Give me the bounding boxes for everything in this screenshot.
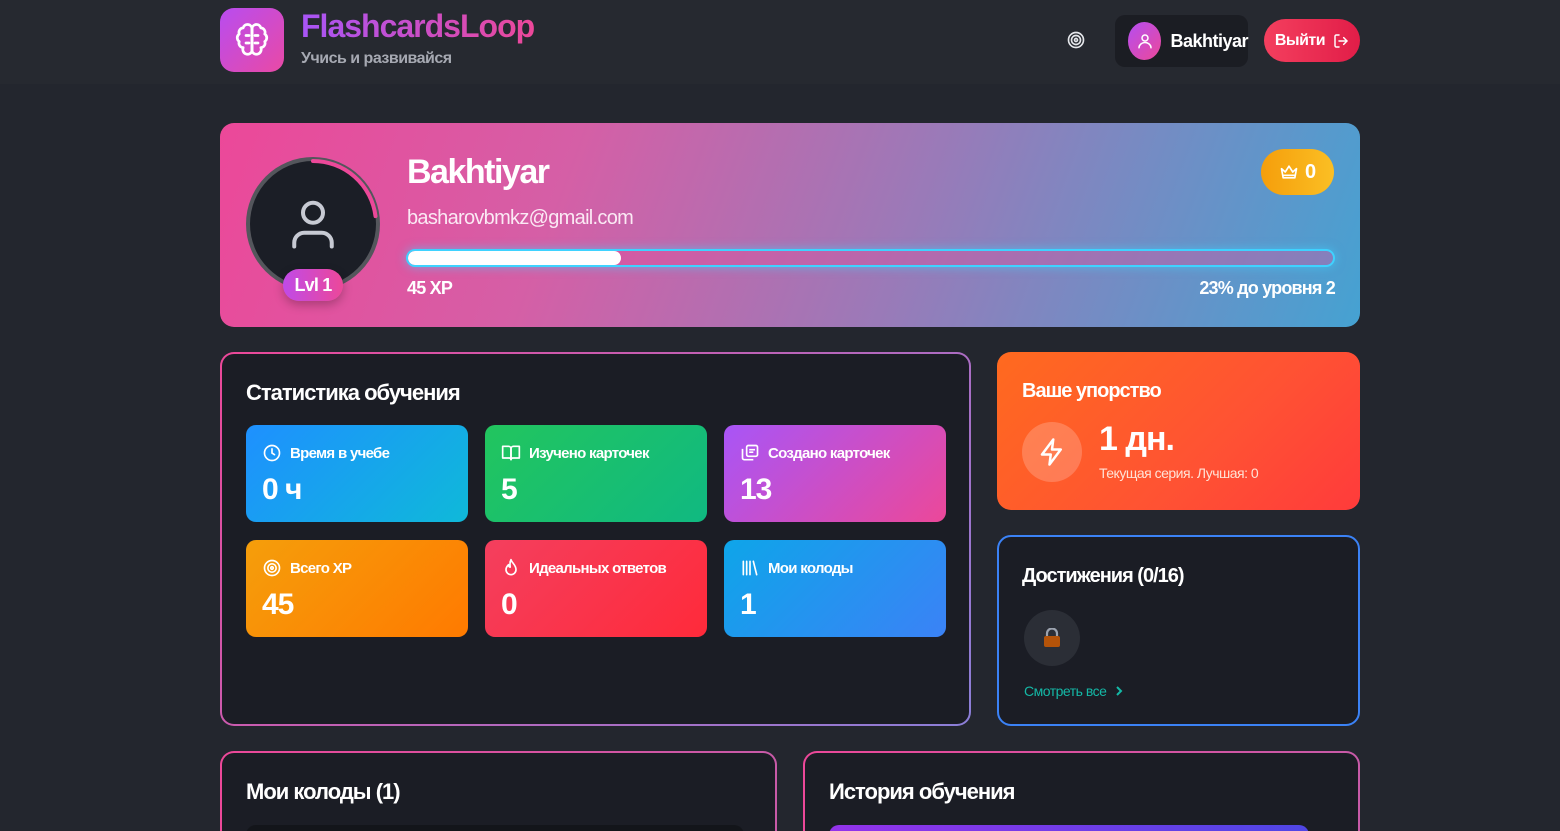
deck-item[interactable] (246, 825, 744, 831)
stat-tile-cards-learned[interactable]: Изучено карточек 5 (485, 425, 707, 522)
user-name: Bakhtiyar (1170, 30, 1248, 51)
brand-name[interactable]: FlashcardsLoop (301, 8, 535, 45)
xp-progress-fill (408, 251, 621, 265)
avatar (1128, 22, 1162, 60)
stat-label: Создано карточек (768, 444, 890, 462)
logout-icon (1334, 33, 1348, 48)
brand-tagline: Учись и развивайся (301, 50, 452, 67)
cards-icon (741, 444, 759, 461)
learning-stats-panel: Статистика обучения Время в учебе 0 ч Из… (220, 352, 971, 726)
stat-tile-perfect-answers[interactable]: Идеальных ответов 0 (485, 540, 707, 637)
flame-icon (505, 558, 517, 576)
next-level-text: 23% до уровня 2 (1199, 278, 1335, 298)
profile-name: Bakhtiyar (407, 153, 550, 191)
crown-count: 0 (1304, 160, 1317, 183)
xp-progress-bar (406, 249, 1335, 267)
my-decks-panel: Мои колоды (1) (220, 751, 777, 831)
library-icon (742, 560, 758, 576)
crown-badge[interactable]: 0 (1261, 149, 1334, 195)
logout-button[interactable]: Выйти (1264, 19, 1360, 62)
stat-tile-study-time[interactable]: Время в учебе 0 ч (246, 425, 468, 522)
stat-label: Время в учебе (290, 444, 390, 462)
stat-tile-cards-created[interactable]: Создано карточек 13 (724, 425, 946, 522)
lock-icon (1044, 628, 1060, 647)
stat-value: 1 (740, 588, 757, 621)
crown-icon (1280, 165, 1298, 179)
stat-label: Идеальных ответов (529, 559, 667, 577)
level-badge: Lvl 1 (283, 269, 343, 301)
decks-title: Мои колоды (1) (246, 779, 401, 804)
stat-label: Мои колоды (768, 559, 853, 577)
book-icon (501, 445, 521, 461)
streak-title: Ваше упорство (1022, 380, 1162, 402)
profile-email: basharovbmkz@gmail.com (407, 207, 634, 229)
history-title: История обучения (829, 779, 1016, 804)
top-header: FlashcardsLoop Учись и развивайся Bakhti… (0, 0, 1560, 84)
streak-value: 1 дн. (1099, 420, 1175, 458)
clock-icon (263, 444, 281, 462)
stat-value: 45 (262, 588, 294, 621)
xp-value: 45 XP (407, 278, 453, 298)
stat-value: 5 (501, 473, 518, 506)
streak-subtitle: Текущая серия. Лучшая: 0 (1099, 465, 1259, 481)
streak-card: Ваше упорство 1 дн. Текущая серия. Лучша… (997, 352, 1360, 510)
brain-logo-icon[interactable] (220, 8, 284, 72)
achievements-title: Достижения (0/16) (1022, 565, 1185, 587)
locked-achievement[interactable] (1024, 610, 1080, 666)
stat-tile-my-decks[interactable]: Мои колоды 1 (724, 540, 946, 637)
stats-title: Статистика обучения (246, 380, 461, 405)
target-icon[interactable] (1064, 28, 1088, 52)
logout-label: Выйти (1274, 31, 1326, 49)
achievements-panel: Достижения (0/16) Смотреть все (997, 535, 1360, 726)
see-all-link[interactable]: Смотреть все (1024, 683, 1124, 699)
history-item[interactable] (829, 825, 1309, 831)
stat-label: Всего XP (290, 559, 352, 577)
lightning-icon (1022, 422, 1082, 482)
user-menu[interactable]: Bakhtiyar (1115, 15, 1248, 67)
learning-history-panel: История обучения (803, 751, 1360, 831)
stat-value: 13 (740, 473, 772, 506)
profile-card: Lvl 1 Bakhtiyar basharovbmkz@gmail.com 4… (220, 123, 1360, 327)
chevron-right-icon (1116, 686, 1123, 696)
stat-tile-total-xp[interactable]: Всего XP 45 (246, 540, 468, 637)
stat-value: 0 (501, 588, 518, 621)
stat-label: Изучено карточек (529, 444, 649, 462)
target-icon (263, 559, 281, 577)
see-all-label: Смотреть все (1024, 683, 1107, 699)
stat-value: 0 ч (262, 473, 302, 506)
